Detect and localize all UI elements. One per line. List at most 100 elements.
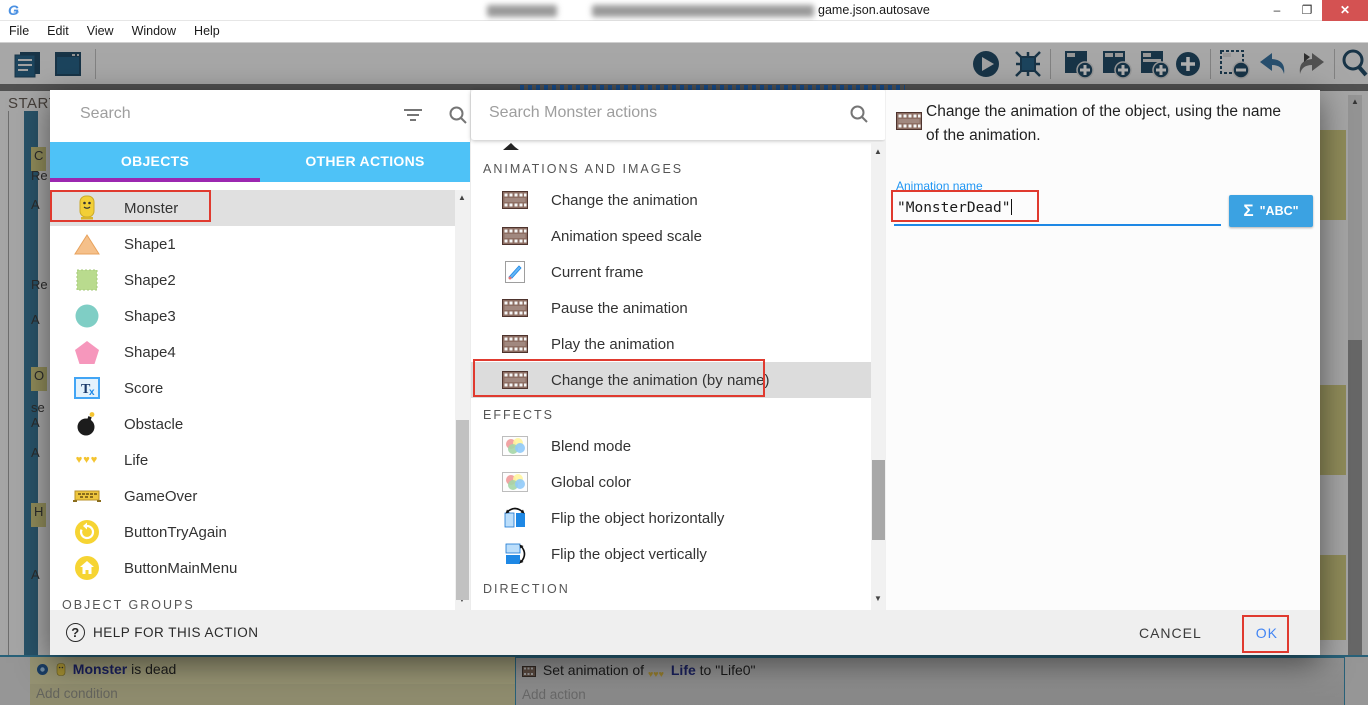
object-label: Obstacle — [124, 416, 183, 433]
object-label: Monster — [124, 200, 178, 217]
actions-scrollbar-thumb[interactable] — [872, 460, 885, 540]
object-label: Shape3 — [124, 308, 176, 325]
instruction-editor-dialog: Search OBJECTSOTHER ACTIONS Monster Shap… — [50, 90, 1320, 655]
film-icon — [501, 332, 529, 356]
object-item-life[interactable]: ♥♥♥ Life — [50, 442, 455, 478]
frame-icon — [501, 260, 529, 284]
actions-search-field[interactable]: Search Monster actions — [471, 90, 886, 140]
image-icon — [501, 434, 529, 458]
action-label: Change the animation (by name) — [551, 372, 769, 389]
action-label: Pause the animation — [551, 300, 688, 317]
home-icon — [72, 555, 102, 581]
object-label: Shape2 — [124, 272, 176, 289]
object-item-gameover[interactable]: GameOver — [50, 478, 455, 514]
object-item-shape1[interactable]: Shape1 — [50, 226, 455, 262]
filter-icon[interactable] — [402, 107, 424, 123]
objects-scrollbar-thumb[interactable] — [456, 420, 469, 600]
text-icon: Tx — [72, 375, 102, 401]
maximize-button[interactable]: ❐ — [1292, 0, 1322, 21]
action-description: Change the animation of the object, usin… — [926, 100, 1298, 148]
menu-edit[interactable]: Edit — [38, 21, 78, 41]
search-icon[interactable] — [448, 105, 468, 125]
action-label: Blend mode — [551, 438, 631, 455]
pentagon-icon — [72, 339, 102, 365]
film-icon — [501, 188, 529, 212]
action-item-flip-the-object-horizontally[interactable]: Flip the object horizontally — [471, 500, 871, 536]
action-item-blend-mode[interactable]: Blend mode — [471, 428, 871, 464]
object-item-shape2[interactable]: Shape2 — [50, 262, 455, 298]
objects-search-field[interactable]: Search — [50, 90, 470, 142]
scroll-down-icon[interactable]: ▼ — [874, 594, 882, 603]
parameters-panel: Change the animation of the object, usin… — [885, 90, 1320, 610]
object-item-shape3[interactable]: Shape3 — [50, 298, 455, 334]
object-item-buttonmainmenu[interactable]: ButtonMainMenu — [50, 550, 455, 586]
action-label: Global color — [551, 474, 631, 491]
input-underline — [894, 224, 1221, 226]
menu-bar: FileEditViewWindowHelp — [0, 21, 1368, 43]
menu-window[interactable]: Window — [123, 21, 185, 41]
monster-icon — [72, 195, 102, 221]
help-icon: ? — [66, 623, 85, 642]
minimize-button[interactable]: – — [1262, 0, 1292, 21]
action-item-global-color[interactable]: Global color — [471, 464, 871, 500]
animation-name-value: "MonsterDead" — [894, 200, 1011, 216]
scroll-up-icon[interactable]: ▲ — [874, 147, 882, 156]
action-item-flip-the-object-vertically[interactable]: Flip the object vertically — [471, 536, 871, 572]
menu-help[interactable]: Help — [185, 21, 229, 41]
section-header: ANIMATIONS AND IMAGES — [471, 152, 871, 182]
objects-search-placeholder: Search — [80, 105, 131, 123]
object-item-obstacle[interactable]: Obstacle — [50, 406, 455, 442]
clipped-list-item — [501, 142, 621, 150]
sigma-icon: Σ — [1243, 201, 1253, 221]
action-label: Flip the object vertically — [551, 546, 707, 563]
expression-editor-button[interactable]: Σ "ABC" — [1229, 195, 1313, 227]
section-header: DIRECTION — [471, 572, 871, 602]
object-label: ButtonTryAgain — [124, 524, 227, 541]
menu-file[interactable]: File — [0, 21, 38, 41]
object-item-monster[interactable]: Monster — [50, 190, 455, 226]
actions-panel: Search Monster actions ANIMATIONS AND IM… — [470, 90, 885, 610]
object-item-score[interactable]: Tx Score — [50, 370, 455, 406]
action-item-play-the-animation[interactable]: Play the animation — [471, 326, 871, 362]
action-item-animation-speed-scale[interactable]: Animation speed scale — [471, 218, 871, 254]
circle-icon — [72, 303, 102, 329]
film-icon — [501, 224, 529, 248]
square-icon — [72, 267, 102, 293]
film-icon — [501, 296, 529, 320]
object-label: ButtonMainMenu — [124, 560, 237, 577]
svg-text:x: x — [89, 387, 95, 398]
tab-objects[interactable]: OBJECTS — [50, 142, 260, 182]
refresh-icon — [72, 519, 102, 545]
object-item-shape4[interactable]: Shape4 — [50, 334, 455, 370]
object-item-buttontryagain[interactable]: ButtonTryAgain — [50, 514, 455, 550]
film-icon — [501, 368, 529, 392]
scroll-up-icon[interactable]: ▲ — [458, 193, 466, 202]
flip-h-icon — [501, 506, 529, 530]
tab-other-actions[interactable]: OTHER ACTIONS — [260, 142, 470, 182]
actions-scrollbar[interactable]: ▲ ▼ — [871, 142, 886, 610]
action-item-current-frame[interactable]: Current frame — [471, 254, 871, 290]
objects-scrollbar[interactable]: ▲ ▼ — [455, 190, 470, 610]
action-item-pause-the-animation[interactable]: Pause the animation — [471, 290, 871, 326]
section-header: EFFECTS — [471, 398, 871, 428]
object-label: Life — [124, 452, 148, 469]
object-label: Score — [124, 380, 163, 397]
action-label: Change the animation — [551, 192, 698, 209]
panel-tabs: OBJECTSOTHER ACTIONS — [50, 142, 470, 182]
action-item-change-the-animation[interactable]: Change the animation — [471, 182, 871, 218]
close-button[interactable]: ✕ — [1322, 0, 1368, 21]
cancel-button[interactable]: CANCEL — [1139, 625, 1202, 641]
object-label: Shape4 — [124, 344, 176, 361]
search-icon[interactable] — [849, 104, 869, 124]
help-for-action-link[interactable]: ? HELP FOR THIS ACTION — [66, 623, 259, 642]
dialog-footer: ? HELP FOR THIS ACTION CANCEL OK — [50, 610, 1320, 655]
flip-v-icon — [501, 542, 529, 566]
object-label: Shape1 — [124, 236, 176, 253]
animation-name-input[interactable]: "MonsterDead" — [894, 193, 1224, 223]
menu-view[interactable]: View — [78, 21, 123, 41]
action-label: Animation speed scale — [551, 228, 702, 245]
action-item-change-the-animation-by-name-[interactable]: Change the animation (by name) — [471, 362, 871, 398]
object-label: GameOver — [124, 488, 197, 505]
ok-button[interactable]: OK — [1242, 616, 1292, 650]
bomb-icon — [72, 411, 102, 437]
